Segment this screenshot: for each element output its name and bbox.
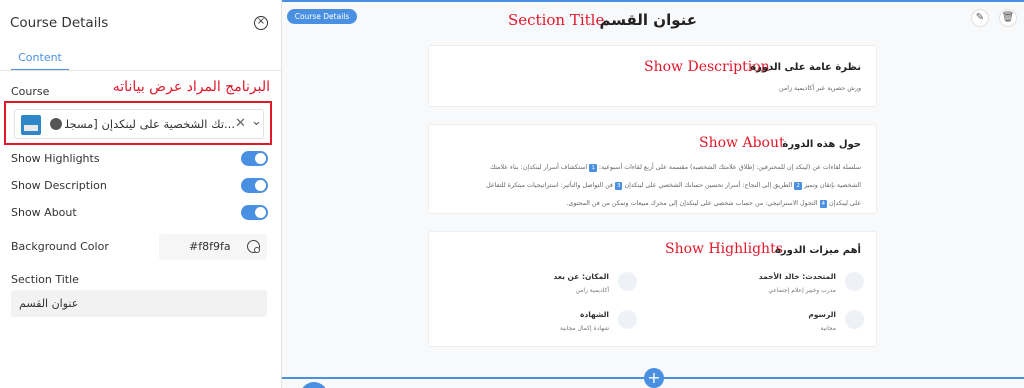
show-highlights-toggle[interactable] bbox=[241, 151, 268, 166]
course-select[interactable]: ...تك الشخصية على لينكدإن [مسجلة] ✕ ⌄ bbox=[14, 109, 264, 139]
course-highlight-frame: ...تك الشخصية على لينكدإن [مسجلة] ✕ ⌄ bbox=[4, 101, 272, 145]
annotation-about: Show About bbox=[699, 135, 785, 151]
highlight-item: الشهادة شهادة إكمال مجانية bbox=[437, 310, 637, 342]
course-label: Course bbox=[11, 85, 50, 98]
section-title-label: Section Title bbox=[11, 273, 79, 286]
description-heading: نظرة عامة على الدورة bbox=[750, 62, 861, 73]
clear-icon[interactable]: ✕ bbox=[235, 116, 246, 131]
description-text: ورش حصرية عبر أكاديمية زامن bbox=[779, 85, 861, 92]
show-about-toggle[interactable] bbox=[241, 205, 268, 220]
number-badge: 2 bbox=[794, 182, 802, 190]
about-text-segment: سلسلة لقاءات عن (لينكد إن للمحترفين: إطل… bbox=[598, 164, 861, 171]
show-description-toggle[interactable] bbox=[241, 178, 268, 193]
highlight-subtitle: شهادة إكمال مجانية bbox=[559, 325, 609, 332]
about-text-segment: التحول الاستراتيجي: من حساب شخصي على لين… bbox=[566, 200, 818, 207]
course-thumbnail bbox=[21, 115, 41, 135]
course-select-value: ...تك الشخصية على لينكدإن [مسجلة] bbox=[65, 117, 235, 131]
section-title-input[interactable] bbox=[11, 290, 267, 317]
about-text: سلسلة لقاءات عن (لينكد إن للمحترفين: إطل… bbox=[436, 159, 861, 213]
annotation-highlights: Show Highlights bbox=[665, 241, 783, 257]
highlights-card: Show Highlights أهم ميزات الدورة المتحدث… bbox=[428, 231, 877, 347]
highlight-icon bbox=[618, 272, 637, 291]
number-badge: 1 bbox=[589, 164, 597, 172]
highlight-title: المتحدث: خالد الأحمد bbox=[758, 272, 836, 281]
highlight-title: الرسوم bbox=[808, 310, 836, 319]
palette-icon[interactable] bbox=[247, 240, 260, 253]
annotation-section-title: Section Title bbox=[508, 11, 605, 29]
about-line-2: الشخصية بإتقان وتميز 2 الطريق إلى النجاح… bbox=[436, 177, 861, 195]
close-icon[interactable]: × bbox=[254, 16, 268, 30]
highlight-item: المكان: عن بعد أكاديمية زامن bbox=[437, 272, 637, 304]
section-badge[interactable]: Course Details bbox=[287, 9, 357, 24]
course-annotation: البرنامج المراد عرض بياناته bbox=[112, 79, 270, 95]
tab-content[interactable]: Content bbox=[11, 51, 69, 70]
about-text-segment: استكشاف أسرار لينكدإن: بناء علامتك bbox=[489, 164, 588, 171]
course-avatar-icon bbox=[50, 118, 62, 130]
trash-icon[interactable]: 🗑 bbox=[999, 9, 1017, 27]
about-line-3: على لينكدإن 4 التحول الاستراتيجي: من حسا… bbox=[436, 195, 861, 213]
about-heading: حول هذه الدورة bbox=[782, 139, 861, 150]
panel-title: Course Details bbox=[10, 15, 109, 31]
number-badge: 4 bbox=[819, 200, 828, 208]
about-text-segment: على لينكدإن bbox=[829, 200, 861, 207]
show-highlights-label: Show Highlights bbox=[11, 152, 100, 165]
highlight-subtitle: مدرب وخبير إعلام إجتماعي bbox=[768, 287, 836, 294]
show-about-label: Show About bbox=[11, 206, 77, 219]
section-top-border bbox=[282, 0, 1024, 2]
highlight-subtitle: أكاديمية زامن bbox=[575, 287, 609, 294]
background-color-label: Background Color bbox=[11, 240, 109, 253]
chevron-down-icon[interactable]: ⌄ bbox=[251, 114, 262, 129]
number-badge: 3 bbox=[614, 182, 623, 190]
highlight-icon bbox=[845, 272, 864, 291]
about-text-segment: الطريق إلى النجاح: أسرار تحسين حسابك الش… bbox=[624, 182, 793, 189]
show-description-label: Show Description bbox=[11, 179, 107, 192]
add-section-button[interactable]: + bbox=[644, 368, 664, 388]
description-card: Show Description نظرة عامة على الدورة ور… bbox=[428, 45, 877, 107]
highlights-heading: أهم ميزات الدورة bbox=[775, 245, 861, 256]
highlight-subtitle: مجانية bbox=[820, 325, 836, 332]
highlight-title: المكان: عن بعد bbox=[553, 272, 609, 281]
next-section-handle[interactable] bbox=[300, 382, 328, 388]
tab-divider bbox=[0, 70, 282, 71]
about-text-segment: فن التواصل والتأثير: استراتيجيات مبتكرة … bbox=[486, 182, 613, 189]
about-line-1: سلسلة لقاءات عن (لينكد إن للمحترفين: إطل… bbox=[436, 159, 861, 177]
highlight-title: الشهادة bbox=[579, 310, 609, 319]
background-color-picker[interactable]: #f8f9fa bbox=[159, 234, 267, 260]
about-text-segment: الشخصية بإتقان وتميز bbox=[803, 182, 861, 189]
highlight-item: المتحدث: خالد الأحمد مدرب وخبير إعلام إج… bbox=[664, 272, 864, 304]
highlight-icon bbox=[618, 310, 637, 329]
settings-panel: Course Details × Content Course البرنامج… bbox=[0, 0, 282, 388]
highlight-item: الرسوم مجانية bbox=[664, 310, 864, 342]
highlight-icon bbox=[845, 310, 864, 329]
section-title: عنوان القسم bbox=[599, 11, 697, 29]
background-color-value: #f8f9fa bbox=[189, 240, 231, 253]
preview-canvas: Course Details Section Title عنوان القسم… bbox=[282, 0, 1024, 388]
about-card: Show About حول هذه الدورة سلسلة لقاءات ع… bbox=[428, 124, 877, 214]
edit-pencil-icon[interactable]: ✎ bbox=[971, 9, 989, 27]
